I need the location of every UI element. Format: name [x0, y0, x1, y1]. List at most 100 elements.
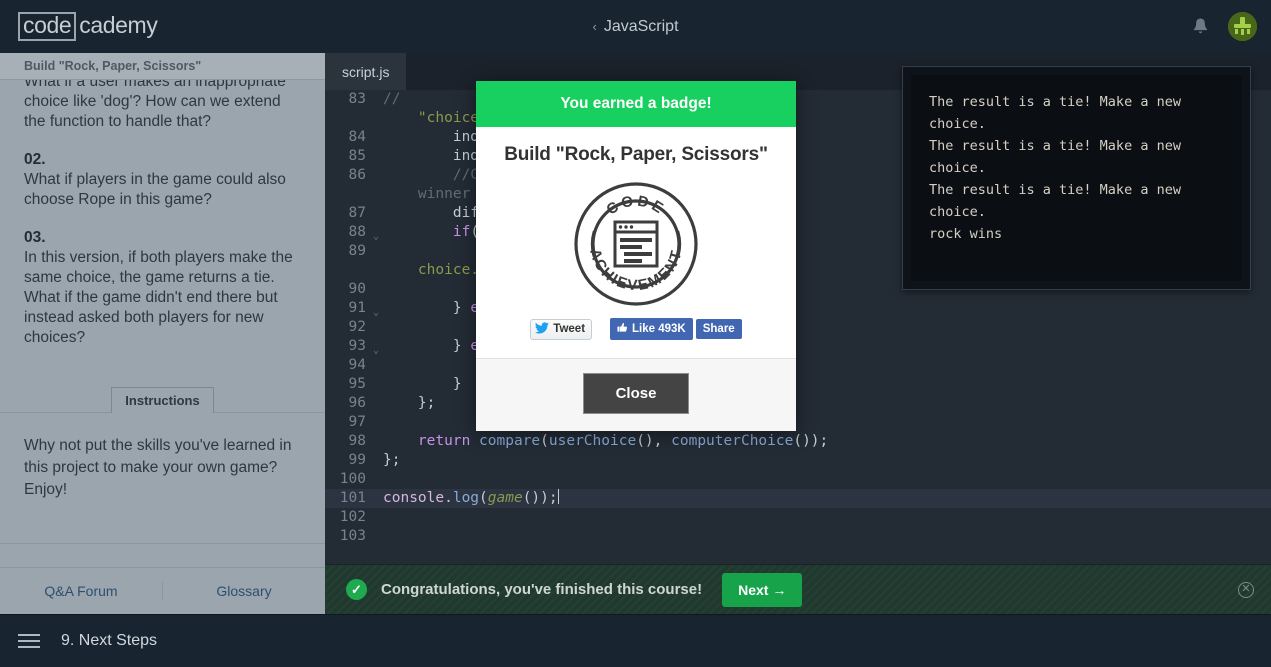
facebook-buttons-group: Like 493K Share: [610, 318, 742, 340]
fold-toggle-icon[interactable]: [373, 394, 383, 413]
fold-toggle-icon[interactable]: [373, 470, 383, 489]
fold-toggle-icon[interactable]: [373, 432, 383, 451]
congrats-message: Congratulations, you've finished this co…: [381, 581, 703, 598]
line-number: 83: [348, 91, 366, 107]
code-line[interactable]: 97: [325, 413, 1271, 432]
code-line-text: };: [383, 452, 401, 468]
tab-script-js[interactable]: script.js: [325, 53, 407, 90]
line-number: 87: [348, 205, 366, 221]
fold-toggle-icon[interactable]: [373, 318, 383, 337]
codecademy-lesson-app: code cademy ‹ JavaScript Build "Rock, Pa…: [0, 0, 1271, 667]
code-line[interactable]: 102: [325, 508, 1271, 527]
instructions-sidebar: Build "Rock, Paper, Scissors" What if a …: [0, 53, 325, 614]
course-complete-banner: ✓ Congratulations, you've finished this …: [325, 564, 1271, 614]
link-glossary[interactable]: Glossary: [163, 583, 325, 599]
fold-toggle-icon[interactable]: [373, 204, 383, 223]
user-avatar[interactable]: [1228, 12, 1257, 41]
fold-toggle-icon[interactable]: [373, 413, 383, 432]
console-output-text: The result is a tie! Make a new choice. …: [911, 75, 1242, 281]
line-number: 97: [348, 414, 366, 430]
close-icon[interactable]: ✕: [1238, 581, 1254, 598]
sidebar-item-3-number: 03.: [24, 229, 46, 246]
fold-toggle-icon[interactable]: [373, 166, 383, 185]
line-number: 92: [348, 319, 366, 335]
tweet-button[interactable]: Tweet: [530, 318, 593, 340]
fold-toggle-icon[interactable]: ⌄: [373, 299, 383, 318]
line-number: 95: [348, 376, 366, 392]
fold-toggle-icon[interactable]: [373, 280, 383, 299]
code-line[interactable]: 98 return compare(userChoice(), computer…: [325, 432, 1271, 451]
topbar-right-actions: [1193, 0, 1257, 53]
sidebar-item-3-text: In this version, if both players make th…: [24, 249, 293, 346]
code-line[interactable]: 100: [325, 470, 1271, 489]
hamburger-menu-icon[interactable]: [18, 630, 40, 652]
social-share-row: Tweet Like 493K Share: [496, 318, 776, 340]
fold-toggle-icon[interactable]: ⌄: [373, 337, 383, 356]
code-line[interactable]: 92: [325, 318, 1271, 337]
fold-toggle-icon[interactable]: [373, 90, 383, 109]
facebook-share-button[interactable]: Share: [695, 319, 742, 339]
output-console-panel: The result is a tie! Make a new choice. …: [902, 66, 1251, 290]
code-line[interactable]: 95 }: [325, 375, 1271, 394]
code-line[interactable]: 94: [325, 356, 1271, 375]
modal-badge-title: Build "Rock, Paper, Scissors": [504, 144, 768, 165]
code-line[interactable]: 96 };: [325, 394, 1271, 413]
sidebar-paragraph-first: What if a user makes an inappropriate ch…: [24, 80, 286, 130]
code-line-text: [383, 527, 1271, 546]
code-line[interactable]: 93 ⌄ } e: [325, 337, 1271, 356]
code-line[interactable]: 91 ⌄ } e: [325, 299, 1271, 318]
facebook-like-label: Like 493K: [632, 323, 686, 335]
next-button[interactable]: Next →: [722, 572, 803, 607]
code-line[interactable]: 99};: [325, 451, 1271, 470]
code-line[interactable]: 103: [325, 527, 1271, 546]
line-number-blank: [325, 185, 373, 204]
sidebar-instructions-panel: Why not put the skills you've learned in…: [0, 413, 325, 544]
fold-toggle-icon[interactable]: [373, 508, 383, 527]
fold-toggle-icon[interactable]: ⌄: [373, 223, 383, 242]
line-number: 93: [348, 338, 366, 354]
fold-toggle-icon[interactable]: [373, 375, 383, 394]
check-circle-icon: ✓: [346, 579, 367, 600]
line-number: 96: [348, 395, 366, 411]
line-number: 85: [348, 148, 366, 164]
fold-toggle-icon[interactable]: [373, 147, 383, 166]
code-line[interactable]: 101 console.log(game());: [325, 489, 1271, 508]
badge-top-label: CODE: [604, 192, 666, 218]
line-number: 100: [339, 471, 366, 487]
line-number: 90: [348, 281, 366, 297]
tweet-button-label: Tweet: [553, 323, 586, 335]
fold-toggle-icon[interactable]: [373, 451, 383, 470]
line-number: 94: [348, 357, 366, 373]
line-number: 102: [339, 509, 366, 525]
line-number-blank: [325, 261, 373, 280]
facebook-like-button[interactable]: Like 493K: [610, 318, 693, 340]
twitter-bird-icon: [535, 321, 550, 337]
line-number: 86: [348, 167, 366, 183]
course-breadcrumb[interactable]: ‹ JavaScript: [592, 18, 678, 36]
bell-icon[interactable]: [1193, 17, 1208, 37]
logo-rest-text: cademy: [79, 12, 158, 38]
course-name-label: JavaScript: [603, 17, 679, 35]
fold-toggle-icon[interactable]: [373, 527, 383, 546]
sidebar-scroll-content[interactable]: What if a user makes an inappropriate ch…: [0, 80, 325, 383]
link-qa-forum[interactable]: Q&A Forum: [0, 583, 162, 599]
fold-toggle-icon[interactable]: [373, 128, 383, 147]
codecademy-logo[interactable]: code cademy: [18, 12, 158, 41]
code-achievement-badge-icon: CODE ACHIEVEMENT: [572, 180, 700, 308]
logo-boxed-text: code: [18, 12, 77, 41]
fold-toggle-icon[interactable]: [373, 356, 383, 375]
code-line-text: [383, 508, 1271, 527]
svg-text:CODE: CODE: [604, 192, 669, 218]
sidebar-spacer: [0, 544, 325, 568]
sidebar-item-2-text: What if players in the game could also c…: [24, 171, 286, 208]
modal-close-button[interactable]: Close: [582, 373, 690, 414]
fold-toggle-icon[interactable]: [373, 489, 383, 508]
line-number: 91: [348, 300, 366, 316]
modal-footer: Close: [476, 358, 796, 431]
back-chevron-icon[interactable]: ‹: [592, 20, 596, 33]
sidebar-instructions-text: Why not put the skills you've learned in…: [24, 437, 292, 498]
modal-body: Build "Rock, Paper, Scissors" CODE ACHIE…: [476, 127, 796, 358]
fold-toggle-icon[interactable]: [373, 242, 383, 261]
tab-instructions[interactable]: Instructions: [111, 387, 214, 413]
